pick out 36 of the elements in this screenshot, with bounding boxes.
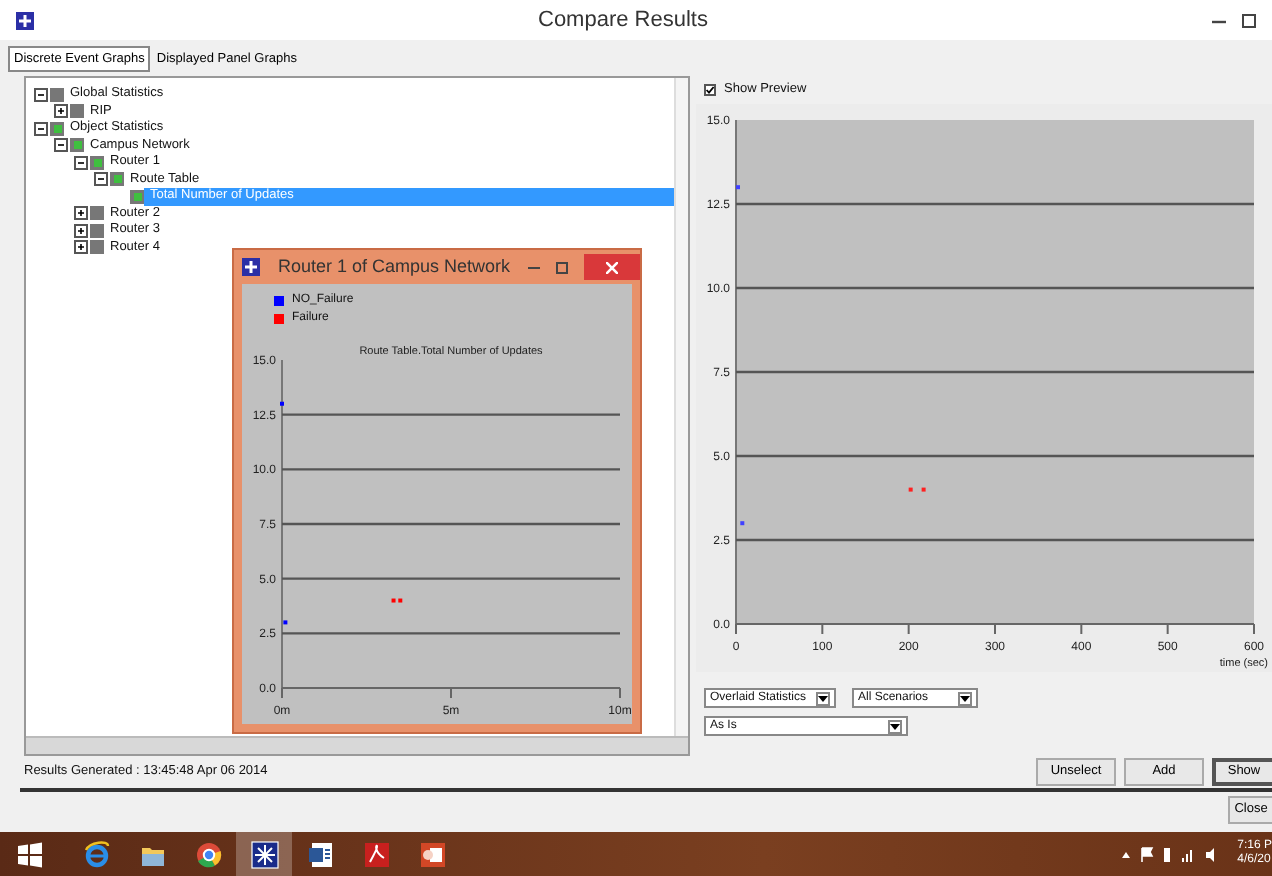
expand-toggle[interactable] (54, 104, 68, 119)
maximize-icon[interactable] (556, 261, 568, 273)
window-title: Compare Results (536, 5, 710, 36)
close-icon (606, 261, 618, 273)
expand-toggle[interactable] (34, 87, 48, 102)
caret-icon (890, 723, 900, 729)
data-point (908, 487, 913, 492)
expand-toggle[interactable] (34, 121, 48, 136)
expand-toggle[interactable] (74, 240, 88, 255)
scrollbar[interactable] (26, 736, 688, 754)
expand-toggle[interactable] (94, 172, 108, 187)
browser-icon (193, 839, 223, 869)
data-point (740, 521, 745, 526)
start-icon (13, 839, 43, 869)
app-icon (242, 258, 260, 276)
data-point (921, 487, 926, 492)
data-point (283, 620, 288, 625)
caret-icon (960, 695, 970, 701)
maximize-icon[interactable] (1242, 13, 1256, 27)
window-title: Router 1 of Campus Network (275, 253, 513, 280)
document-icon (305, 839, 335, 869)
expand-toggle[interactable] (74, 223, 88, 238)
checkbox[interactable] (704, 84, 716, 96)
close-button[interactable] (584, 254, 640, 280)
taskbar-button[interactable] (236, 832, 292, 876)
expand-toggle[interactable] (74, 206, 88, 221)
presentation-icon (417, 839, 447, 869)
star-icon (249, 839, 279, 869)
expand-toggle[interactable] (54, 138, 68, 153)
scrollbar[interactable] (674, 78, 688, 736)
expand-toggle[interactable] (74, 155, 88, 170)
caret-icon (818, 695, 828, 701)
minimize-icon[interactable] (528, 261, 540, 273)
document-icon (361, 839, 391, 869)
browser-icon (81, 839, 111, 869)
app-icon (16, 11, 34, 29)
